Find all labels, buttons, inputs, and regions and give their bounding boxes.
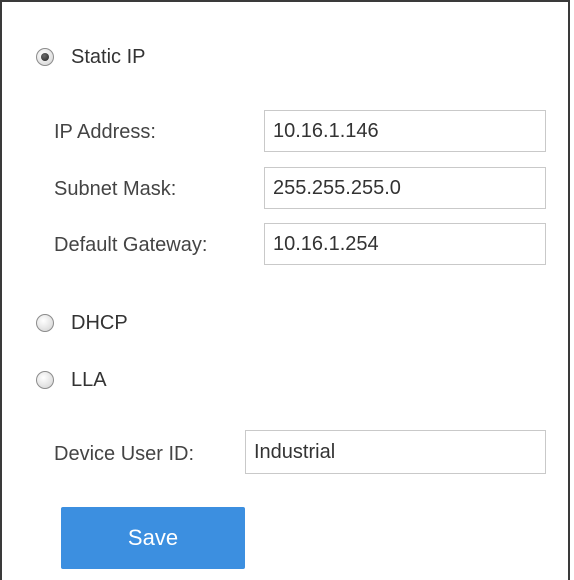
dhcp-label: DHCP (71, 312, 128, 334)
device-user-id-input[interactable] (245, 430, 546, 474)
static-ip-option[interactable]: Static IP (36, 45, 145, 69)
lla-option[interactable]: LLA (36, 368, 107, 392)
subnet-mask-input[interactable] (264, 167, 546, 209)
network-settings-panel: Static IP IP Address: Subnet Mask: Defau… (0, 0, 570, 580)
static-ip-label: Static IP (71, 46, 146, 68)
save-button[interactable]: Save (61, 507, 245, 569)
lla-label: LLA (71, 369, 107, 391)
subnet-mask-label: Subnet Mask: (54, 178, 177, 200)
ip-address-input[interactable] (264, 110, 546, 152)
lla-radio[interactable] (36, 371, 54, 389)
default-gateway-input[interactable] (264, 223, 546, 265)
default-gateway-label: Default Gateway: (54, 234, 208, 256)
dhcp-radio[interactable] (36, 314, 54, 332)
static-ip-radio[interactable] (36, 48, 54, 66)
device-user-id-label: Device User ID: (54, 443, 195, 465)
dhcp-option[interactable]: DHCP (36, 311, 128, 335)
ip-address-label: IP Address: (54, 121, 156, 143)
